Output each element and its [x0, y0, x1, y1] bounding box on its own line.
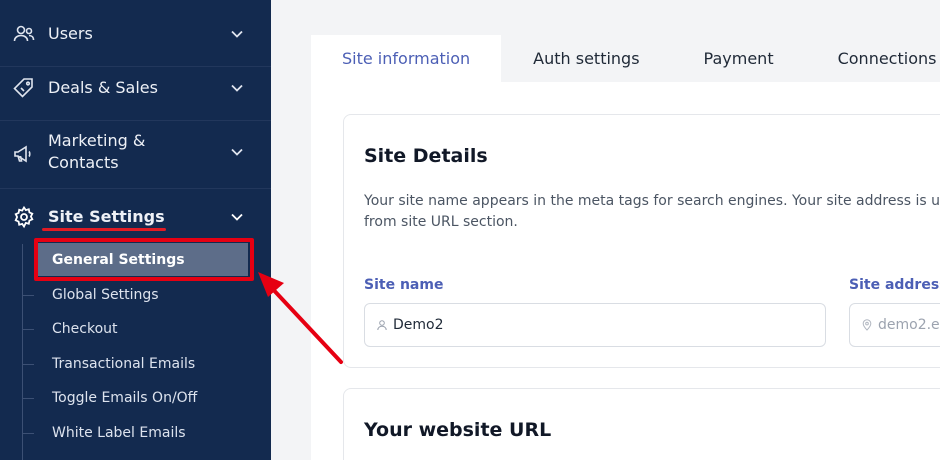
- subitem-label: Toggle Emails On/Off: [52, 390, 198, 406]
- megaphone-icon: [12, 142, 36, 166]
- desc-line: from site URL section.: [364, 214, 518, 230]
- highlight-box: [34, 238, 254, 281]
- sidebar-item-label: Site Settings: [48, 207, 165, 226]
- desc-line: Your site name appears in the meta tags …: [364, 193, 940, 209]
- gear-icon: [12, 205, 36, 229]
- subitem-label: White Label Emails: [52, 425, 186, 441]
- divider: [0, 120, 271, 121]
- site-details-title: Site Details: [364, 145, 488, 167]
- website-url-title: Your website URL: [364, 419, 552, 441]
- sidebar-subitem-transactional-emails[interactable]: Transactional Emails: [22, 347, 262, 381]
- sidebar-subitem-toggle-emails[interactable]: Toggle Emails On/Off: [22, 381, 262, 415]
- sidebar-subitem-global-settings[interactable]: Global Settings: [22, 278, 262, 312]
- users-icon: [12, 22, 36, 46]
- label-line: Marketing &: [48, 131, 146, 150]
- site-details-description: Your site name appears in the meta tags …: [364, 191, 940, 233]
- divider: [0, 188, 271, 189]
- location-pin-icon: [860, 318, 874, 332]
- sidebar-item-site-settings[interactable]: Site Settings: [0, 203, 271, 231]
- divider: [0, 66, 271, 67]
- tab-site-information[interactable]: Site information: [311, 35, 502, 82]
- label-line: Contacts: [48, 153, 119, 172]
- sidebar-subitem-checkout[interactable]: Checkout: [22, 312, 262, 346]
- sidebar: Users Deals & Sales Marketing & Contacts: [0, 0, 271, 460]
- sidebar-item-label: Marketing & Contacts: [48, 130, 145, 174]
- sidebar-item-label: Users: [48, 24, 93, 43]
- tab-bar: Site information Auth settings Payment C…: [311, 35, 940, 82]
- site-name-label: Site name: [364, 277, 444, 293]
- chevron-down-icon: [229, 209, 245, 225]
- tree-tick: [22, 432, 34, 434]
- sidebar-item-label: Deals & Sales: [48, 78, 158, 97]
- tree-tick: [22, 397, 34, 399]
- subitem-label: Global Settings: [52, 287, 159, 303]
- user-icon: [375, 318, 389, 332]
- sidebar-item-deals[interactable]: Deals & Sales: [0, 74, 271, 102]
- chevron-down-icon: [229, 26, 245, 42]
- chevron-down-icon: [229, 144, 245, 160]
- active-underline: [42, 228, 166, 231]
- sidebar-subitem-white-label-emails[interactable]: White Label Emails: [22, 416, 262, 450]
- site-address-value: demo2.ez: [878, 317, 940, 333]
- sidebar-item-marketing[interactable]: Marketing & Contacts: [0, 128, 271, 176]
- subitem-label: Transactional Emails: [52, 356, 196, 372]
- site-name-input[interactable]: Demo2: [364, 303, 826, 347]
- site-details-card: Site Details Your site name appears in t…: [343, 114, 940, 368]
- tag-icon: [12, 76, 36, 100]
- sidebar-item-users[interactable]: Users: [0, 20, 271, 48]
- tree-tick: [22, 294, 34, 296]
- tree-tick: [22, 363, 34, 365]
- site-name-value: Demo2: [393, 317, 444, 333]
- main-content: Site information Auth settings Payment C…: [271, 0, 940, 460]
- tab-connections[interactable]: Connections: [806, 35, 940, 82]
- chevron-down-icon: [229, 80, 245, 96]
- site-address-label: Site address: [849, 277, 940, 293]
- website-url-card: Your website URL: [343, 388, 940, 460]
- subitem-label: Checkout: [52, 321, 118, 337]
- tab-payment[interactable]: Payment: [672, 35, 806, 82]
- tab-auth-settings[interactable]: Auth settings: [501, 35, 671, 82]
- tree-tick: [22, 328, 34, 330]
- site-address-input[interactable]: demo2.ez: [849, 303, 940, 347]
